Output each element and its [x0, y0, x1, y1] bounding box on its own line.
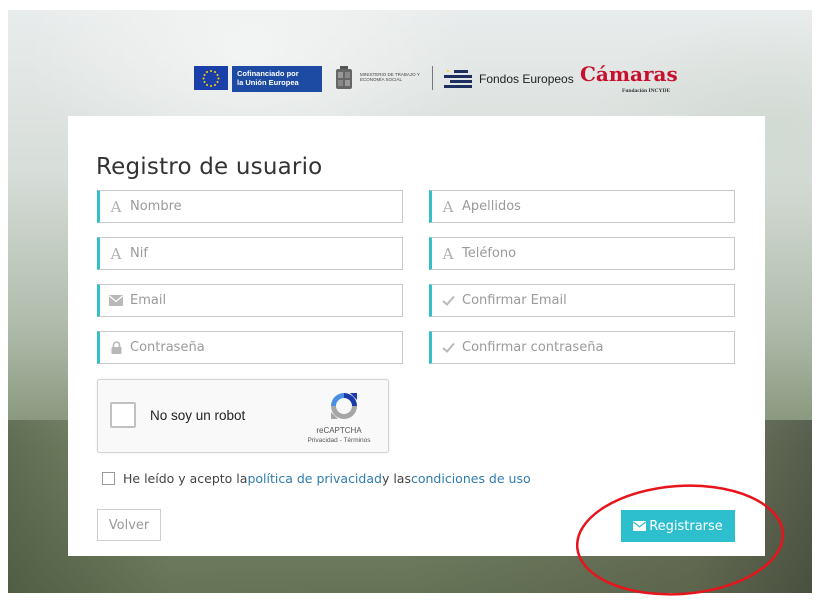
recaptcha-widget: No soy un robot reCAPTCHA Privacidad - T… [97, 379, 389, 453]
letter-a-icon: A [110, 244, 122, 263]
terms-row: He leído y acepto la política de privaci… [102, 469, 531, 487]
envelope-icon [109, 294, 123, 308]
recaptcha-checkbox[interactable] [110, 402, 136, 428]
conditions-link[interactable]: condiciones de uso [411, 471, 531, 486]
coat-of-arms-icon [336, 66, 352, 89]
apellidos-input[interactable] [462, 192, 734, 221]
confirmar-contrasena-field[interactable] [429, 331, 735, 364]
nombre-input[interactable] [130, 192, 402, 221]
camaras-text: Cámaras [580, 62, 678, 86]
letter-a-icon: A [110, 197, 122, 216]
eu-flag-icon [194, 66, 228, 90]
envelope-icon [633, 521, 647, 531]
fondos-europeos-logo: Fondos Europeos [444, 66, 574, 92]
ministerio-text: MINISTERIO DE TRABAJO Y ECONOMÍA SOCIAL [360, 72, 420, 82]
back-button[interactable]: Volver [97, 509, 161, 541]
apellidos-field[interactable]: A [429, 190, 735, 223]
camaras-logo: Cámaras Fundación INCYDE [580, 62, 678, 100]
page-title: Registro de usuario [96, 154, 323, 180]
eu-line-2: la Unión Europea [237, 78, 299, 87]
register-button[interactable]: Registrarse [621, 510, 735, 542]
camaras-subtext: Fundación INCYDE [622, 88, 671, 94]
check-icon [441, 294, 455, 308]
terms-prefix: He leído y acepto la [123, 470, 248, 486]
logo-divider [432, 66, 433, 90]
contrasena-field[interactable] [97, 331, 403, 364]
contrasena-input[interactable] [130, 333, 402, 362]
nif-input[interactable] [130, 239, 402, 268]
sponsor-logos: Cofinanciado por la Unión Europea MINIST… [192, 62, 678, 102]
confirmar-email-field[interactable] [429, 284, 735, 317]
registration-card: Registro de usuario A A A A [68, 116, 765, 556]
eu-cofinanced-label: Cofinanciado por la Unión Europea [232, 66, 322, 92]
confirmar-contrasena-input[interactable] [462, 333, 734, 362]
privacy-policy-link[interactable]: política de privacidad [247, 471, 382, 486]
recaptcha-links[interactable]: Privacidad - Términos [294, 437, 384, 444]
recaptcha-brand: reCAPTCHA [316, 426, 362, 435]
telefono-field[interactable]: A [429, 237, 735, 270]
letter-a-icon: A [442, 197, 454, 216]
fondos-europeos-icon [444, 70, 472, 88]
telefono-input[interactable] [462, 239, 734, 268]
terms-middle: y las [381, 470, 411, 486]
terms-checkbox[interactable] [102, 471, 115, 485]
fondos-europeos-text: Fondos Europeos [479, 72, 574, 86]
lock-icon [109, 341, 123, 355]
nif-field[interactable]: A [97, 237, 403, 270]
recaptcha-logo-icon [331, 393, 357, 419]
email-input[interactable] [130, 286, 402, 315]
recaptcha-label: No soy un robot [150, 408, 246, 423]
check-icon [441, 341, 455, 355]
ministerio-logo: MINISTERIO DE TRABAJO Y ECONOMÍA SOCIAL [334, 66, 424, 92]
register-button-label: Registrarse [649, 518, 723, 534]
nombre-field[interactable]: A [97, 190, 403, 223]
letter-a-icon: A [442, 244, 454, 263]
confirmar-email-input[interactable] [462, 286, 734, 315]
email-field[interactable] [97, 284, 403, 317]
eu-line-1: Cofinanciado por [237, 69, 299, 78]
